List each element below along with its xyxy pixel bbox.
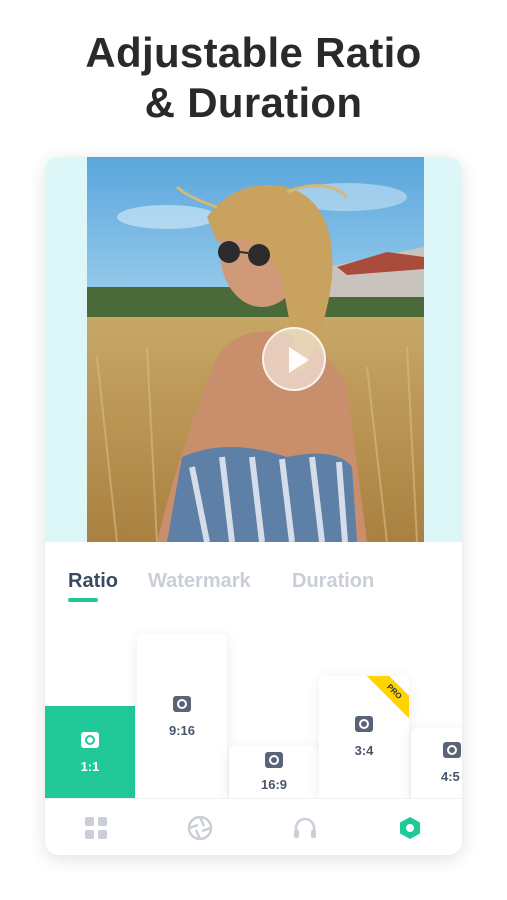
play-button[interactable] xyxy=(262,327,326,391)
ratio-option-16-9[interactable]: 16:9 xyxy=(229,746,319,798)
ratio-label: 3:4 xyxy=(354,743,374,758)
hexagon-icon xyxy=(400,817,420,839)
aperture-icon xyxy=(187,815,213,841)
phone-mockup: Ratio Watermark Duration 1:1 9:16 16:9 P… xyxy=(45,157,462,855)
ratio-label: 16:9 xyxy=(260,777,288,792)
headphones-icon xyxy=(294,817,316,838)
instagram-icon xyxy=(265,752,283,768)
headline: Adjustable Ratio & Duration xyxy=(0,28,507,128)
ratio-option-9-16[interactable]: 9:16 xyxy=(137,634,227,798)
headline-line-1: Adjustable Ratio xyxy=(85,29,422,76)
nav-settings[interactable] xyxy=(397,815,423,841)
tab-duration[interactable]: Duration xyxy=(292,570,374,593)
tab-ratio[interactable]: Ratio xyxy=(68,570,118,593)
camera-icon xyxy=(443,742,461,758)
instagram-icon xyxy=(81,732,99,748)
editor-tabs: Ratio Watermark Duration xyxy=(45,542,462,602)
nav-audio[interactable] xyxy=(292,815,318,841)
ratio-option-3-4[interactable]: PRO 3:4 xyxy=(319,676,409,798)
tab-watermark[interactable]: Watermark xyxy=(148,570,251,593)
play-icon xyxy=(289,347,309,373)
camera-icon xyxy=(355,716,373,732)
ratio-label: 4:5 xyxy=(441,769,460,784)
instagram-icon xyxy=(173,696,191,712)
bottom-nav xyxy=(45,798,462,855)
ratio-label: 1:1 xyxy=(80,759,100,774)
ratio-option-1-1[interactable]: 1:1 xyxy=(45,706,135,798)
ratio-option-4-5[interactable]: 4:5 xyxy=(411,728,462,798)
ratio-label: 9:16 xyxy=(168,723,196,738)
preview-photo xyxy=(87,157,424,542)
ratio-options: 1:1 9:16 16:9 PRO 3:4 4:5 xyxy=(45,602,462,798)
headline-line-2: & Duration xyxy=(144,79,363,126)
video-preview[interactable] xyxy=(87,157,424,542)
grid-icon xyxy=(85,817,107,839)
nav-grid[interactable] xyxy=(83,815,109,841)
nav-aperture[interactable] xyxy=(187,815,213,841)
